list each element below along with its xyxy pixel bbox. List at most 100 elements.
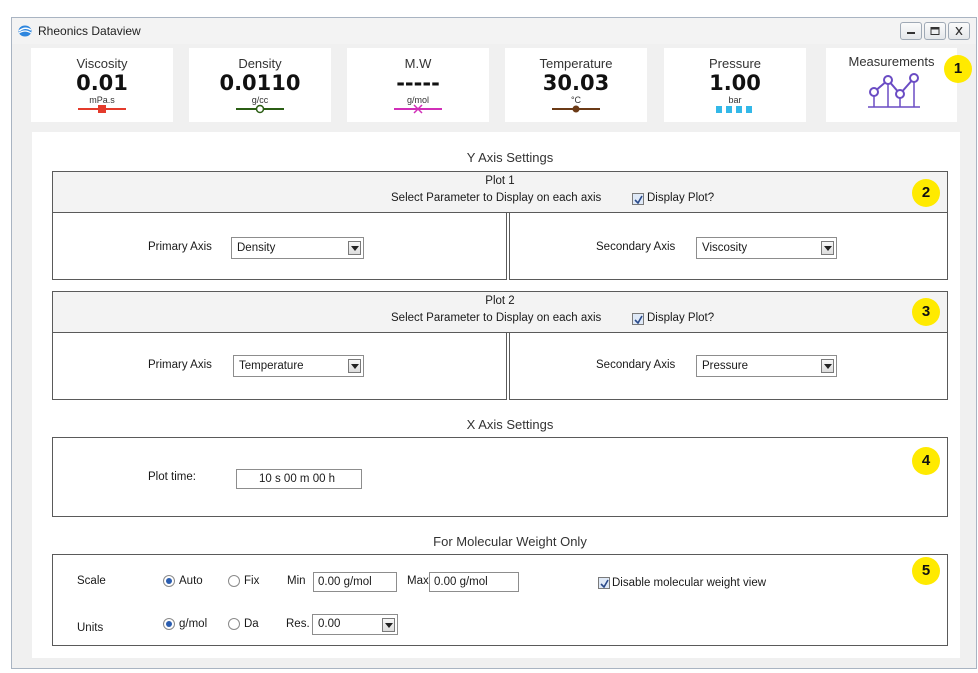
- molecular-weight-card[interactable]: M.W ----- g/mol: [347, 48, 489, 122]
- title-bar[interactable]: Rheonics Dataview: [12, 18, 976, 44]
- x-axis-title: X Axis Settings: [466, 417, 554, 432]
- check-icon: [600, 579, 609, 588]
- mw-value: -----: [396, 71, 440, 95]
- pressure-card[interactable]: Pressure 1.00 bar: [664, 48, 806, 122]
- units-da-radio[interactable]: [228, 618, 240, 630]
- plot-2-name: Plot 2: [485, 295, 515, 307]
- plot-2-primary-axis-box: Primary Axis Temperature: [52, 332, 507, 400]
- measurements-label: Measurements: [848, 54, 935, 69]
- temperature-indicator-icon: [552, 105, 600, 113]
- badge-1: 1: [944, 55, 972, 83]
- measurements-card[interactable]: Measurements: [826, 48, 957, 122]
- plot-1-name: Plot 1: [485, 175, 515, 187]
- dropdown-arrow-icon[interactable]: [821, 359, 834, 373]
- plot-2-secondary-label: Secondary Axis: [596, 359, 676, 371]
- dropdown-arrow-icon[interactable]: [348, 241, 361, 255]
- mw-indicator-icon: [394, 104, 442, 114]
- res-select[interactable]: 0.00: [312, 614, 398, 635]
- plot-2-secondary-axis-box: Secondary Axis Pressure: [509, 332, 948, 400]
- plot-1-header: Plot 1 Select Parameter to Display on ea…: [52, 171, 948, 213]
- plot-1-primary-value: Density: [237, 242, 276, 254]
- mw-label: M.W: [404, 56, 432, 71]
- scale-auto-radio[interactable]: [163, 575, 175, 587]
- badge-2: 2: [912, 179, 940, 207]
- max-input[interactable]: 0.00 g/mol: [429, 572, 519, 592]
- res-value: 0.00: [318, 618, 341, 630]
- x-axis-settings: Plot time: 10 s 00 m 00 h: [52, 437, 948, 517]
- plot-2-secondary-value: Pressure: [702, 360, 749, 372]
- plot-2-subtitle: Select Parameter to Display on each axis: [391, 312, 602, 324]
- plot-1-secondary-label: Secondary Axis: [596, 241, 676, 253]
- max-label: Max: [407, 575, 429, 587]
- plot-2-display-checkbox[interactable]: [632, 313, 644, 325]
- temperature-card[interactable]: Temperature 30.03 °C: [505, 48, 647, 122]
- plot-1-primary-label: Primary Axis: [148, 241, 212, 253]
- plot-1-display-label: Display Plot?: [647, 192, 715, 204]
- plot-1-secondary-value: Viscosity: [702, 242, 748, 254]
- units-da-label: Da: [244, 618, 259, 630]
- density-indicator-icon: [236, 104, 284, 114]
- plot-time-value: 10 s 00 m 00 h: [259, 473, 336, 485]
- res-label: Res.: [286, 618, 310, 630]
- minimize-icon: [907, 32, 915, 34]
- plot-1-subtitle: Select Parameter to Display on each axis: [391, 192, 602, 204]
- plot-2-primary-value: Temperature: [239, 360, 304, 372]
- min-value: 0.00 g/mol: [318, 576, 372, 588]
- scale-label: Scale: [77, 575, 106, 587]
- scale-auto-label: Auto: [179, 575, 203, 587]
- rheonics-logo-icon: [18, 25, 32, 37]
- check-icon: [634, 315, 643, 324]
- viscosity-value: 0.01: [76, 71, 128, 95]
- units-gmol-label: g/mol: [179, 618, 208, 630]
- mw-settings: Scale Auto Fix Min 0.00 g/mol Max 0.00 g…: [52, 554, 948, 646]
- window-title: Rheonics Dataview: [38, 24, 141, 38]
- close-icon: [955, 27, 963, 35]
- maximize-icon: [930, 27, 940, 35]
- pressure-value: 1.00: [709, 71, 761, 95]
- badge-4: 4: [912, 447, 940, 475]
- plot-1-secondary-select[interactable]: Viscosity: [696, 237, 837, 259]
- units-gmol-radio[interactable]: [163, 618, 175, 630]
- plot-1-primary-axis-box: Primary Axis Density: [52, 212, 507, 280]
- dropdown-arrow-icon[interactable]: [382, 618, 395, 632]
- min-label: Min: [287, 575, 306, 587]
- minimize-button[interactable]: [900, 22, 922, 40]
- viscosity-label: Viscosity: [76, 56, 128, 71]
- plot-2-primary-select[interactable]: Temperature: [233, 355, 364, 377]
- temperature-value: 30.03: [542, 71, 610, 95]
- disable-mw-label: Disable molecular weight view: [612, 577, 767, 589]
- close-button[interactable]: [948, 22, 970, 40]
- plot-2-header: Plot 2 Select Parameter to Display on ea…: [52, 291, 948, 333]
- density-label: Density: [238, 56, 282, 71]
- plot-2-secondary-select[interactable]: Pressure: [696, 355, 837, 377]
- disable-mw-checkbox[interactable]: [598, 577, 610, 589]
- min-input[interactable]: 0.00 g/mol: [313, 572, 397, 592]
- density-value: 0.0110: [219, 71, 301, 95]
- scale-fix-label: Fix: [244, 575, 260, 587]
- viscosity-card[interactable]: Viscosity 0.01 mPa.s: [31, 48, 173, 122]
- pressure-indicator-icon: [716, 106, 752, 113]
- temperature-label: Temperature: [539, 56, 613, 71]
- max-value: 0.00 g/mol: [434, 576, 488, 588]
- plot-2-primary-label: Primary Axis: [148, 359, 212, 371]
- units-label: Units: [77, 622, 104, 634]
- maximize-button[interactable]: [924, 22, 946, 40]
- dropdown-arrow-icon[interactable]: [348, 359, 361, 373]
- measurements-chart-icon: [868, 73, 920, 108]
- plot-1-secondary-axis-box: Secondary Axis Viscosity: [509, 212, 948, 280]
- viscosity-indicator-icon: [78, 105, 126, 113]
- y-axis-title: Y Axis Settings: [466, 150, 554, 165]
- plot-1-display-checkbox[interactable]: [632, 193, 644, 205]
- scale-fix-radio[interactable]: [228, 575, 240, 587]
- dropdown-arrow-icon[interactable]: [821, 241, 834, 255]
- plot-2-settings: Plot 2 Select Parameter to Display on ea…: [52, 291, 948, 401]
- plot-time-input[interactable]: 10 s 00 m 00 h: [236, 469, 362, 489]
- badge-3: 3: [912, 298, 940, 326]
- plot-2-display-label: Display Plot?: [647, 312, 715, 324]
- check-icon: [634, 195, 643, 204]
- plot-1-primary-select[interactable]: Density: [231, 237, 364, 259]
- density-card[interactable]: Density 0.0110 g/cc: [189, 48, 331, 122]
- plot-time-label: Plot time:: [148, 471, 196, 483]
- mw-title: For Molecular Weight Only: [433, 534, 587, 549]
- pressure-label: Pressure: [708, 56, 762, 71]
